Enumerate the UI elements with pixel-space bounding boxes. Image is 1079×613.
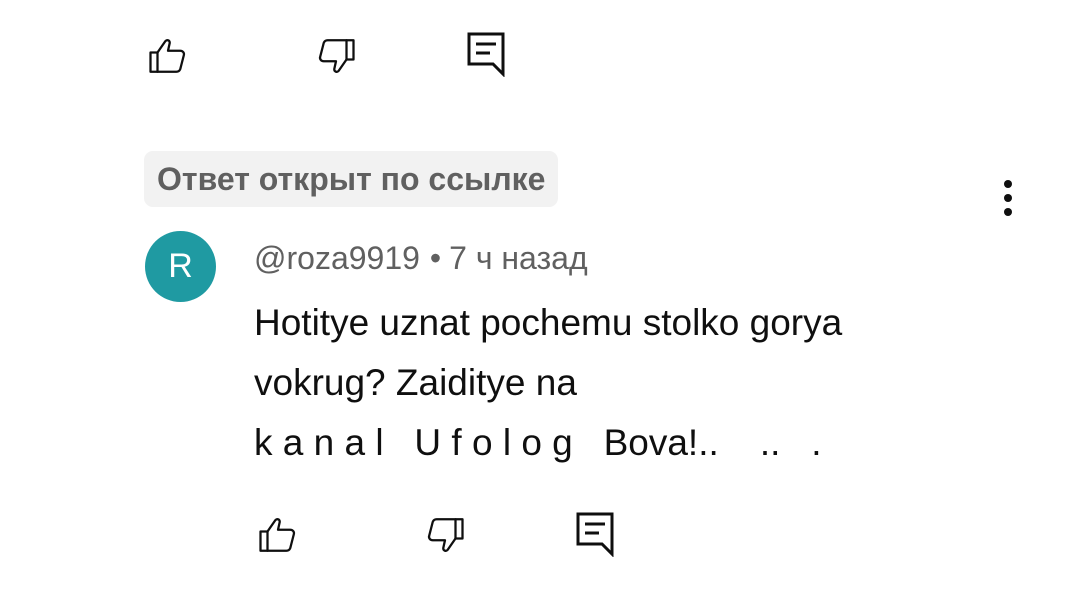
thumbs-up-icon bbox=[145, 35, 191, 77]
dislike-button-top[interactable] bbox=[313, 35, 359, 77]
reply-button[interactable] bbox=[575, 511, 615, 557]
comment-text-line: vokrug? Zaiditye na bbox=[254, 362, 577, 403]
comment-text-line: Hotitye uznat pochemu stolko gorya bbox=[254, 302, 843, 343]
comment-reply-icon bbox=[575, 511, 615, 557]
linked-reply-badge: Ответ открыт по ссылке bbox=[144, 151, 559, 207]
linked-reply-badge-label: Ответ открыт по ссылке bbox=[157, 160, 546, 197]
like-button[interactable] bbox=[255, 514, 301, 556]
comment-meta: @roza9919 • 7 ч назад bbox=[254, 238, 588, 278]
comment-author[interactable]: @roza9919 bbox=[254, 240, 420, 276]
comment-text-line: k a n a l U f o l o g Bova!.. .. . bbox=[254, 422, 822, 463]
avatar-letter: R bbox=[168, 247, 193, 285]
comment-time[interactable]: 7 ч назад bbox=[449, 240, 588, 276]
reply-button-top[interactable] bbox=[466, 31, 506, 77]
avatar[interactable]: R bbox=[145, 231, 216, 302]
meta-separator: • bbox=[429, 240, 442, 276]
like-button-top[interactable] bbox=[145, 35, 191, 77]
thumbs-down-icon bbox=[313, 35, 359, 77]
comment-reply-icon bbox=[466, 31, 506, 77]
comment-text: Hotitye uznat pochemu stolko gorya vokrug… bbox=[254, 293, 1014, 473]
dislike-button[interactable] bbox=[422, 514, 468, 556]
comment-menu-button[interactable] bbox=[992, 178, 1024, 218]
thumbs-up-icon bbox=[255, 514, 301, 556]
thumbs-down-icon bbox=[422, 514, 468, 556]
